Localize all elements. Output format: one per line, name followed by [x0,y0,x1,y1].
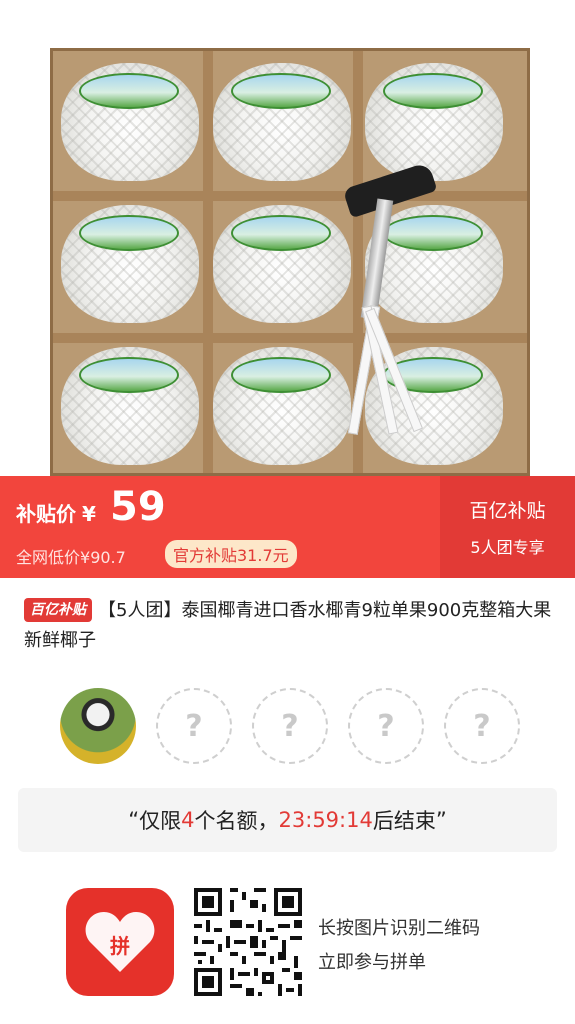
group-members: ? ? ? ? [60,688,540,768]
countdown-timer: 23:59:14 [278,808,373,832]
box-divider [53,191,527,201]
empty-slot: ? [252,688,328,764]
billion-subsidy-tag: 百亿补贴 [24,598,92,622]
coconut [61,63,199,181]
qr-code[interactable] [190,884,306,1000]
product-title: 百亿补贴 【5人团】泰国椰青进口香水椰青9粒单果900克整箱大果新鲜椰子 [24,596,554,656]
subsidy-price-label: 补贴价 ¥ [16,502,96,526]
question-mark-icon: ? [185,708,203,744]
question-mark-icon: ? [281,708,299,744]
price-banner-left: 补贴价 ¥ 59 全网低价¥90.7 官方补贴31.7元 [0,476,440,578]
coconut [61,205,199,323]
coconut [213,205,351,323]
pinduoduo-logo: 拼 [66,888,174,996]
billion-subsidy-title: 百亿补贴 [469,500,546,522]
qr-instruction-line: 长按图片识别二维码 [318,918,480,939]
qr-instructions: 长按图片识别二维码 立即参与拼单 [318,912,480,980]
countdown-box: “仅限 4 个名额， 23:59:14 后结束” [18,788,557,852]
question-mark-icon: ? [473,708,491,744]
coconut-box [50,48,530,476]
logo-text: 拼 [110,934,130,958]
coconut-opener-tool [342,161,438,445]
price-banner-right: 百亿补贴 5人团专享 [440,476,575,578]
coconut [213,347,351,465]
question-mark-icon: ? [377,708,395,744]
coconut [365,63,503,181]
box-divider [203,51,213,473]
empty-slot: ? [156,688,232,764]
original-price: 全网低价¥90.7 [16,548,126,567]
subsidy-price: 59 [110,484,166,530]
avatar [60,688,136,764]
empty-slot: ? [444,688,520,764]
coconut [213,63,351,181]
empty-slot: ? [348,688,424,764]
group-exclusive-label: 5人团专享 [470,538,545,557]
slots-remaining: 4 [181,808,195,832]
product-image [0,0,575,476]
qr-instruction-line: 立即参与拼单 [318,952,426,973]
price-banner: 补贴价 ¥ 59 全网低价¥90.7 官方补贴31.7元 百亿补贴 5人团专享 [0,476,575,578]
box-divider [53,333,527,343]
coconut [61,347,199,465]
official-subsidy-badge: 官方补贴31.7元 [165,540,297,568]
product-title-text: 【5人团】泰国椰青进口香水椰青9粒单果900克整箱大果新鲜椰子 [24,600,552,651]
